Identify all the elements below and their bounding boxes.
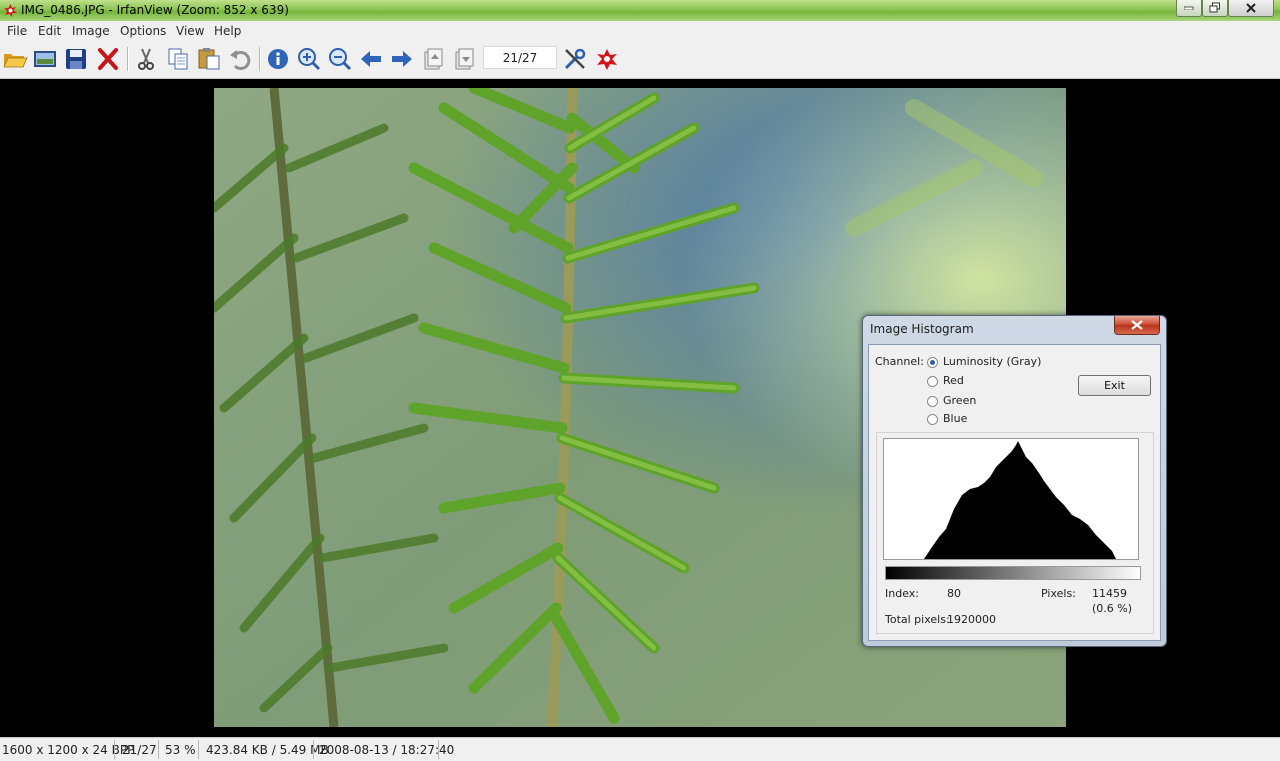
- irfanview-app-icon[interactable]: [3, 3, 18, 18]
- radio-red-label[interactable]: Red: [943, 374, 964, 387]
- previous-icon[interactable]: [358, 46, 384, 72]
- menu-view[interactable]: View: [176, 24, 204, 38]
- radio-green[interactable]: [927, 396, 938, 407]
- menu-image[interactable]: Image: [72, 24, 110, 38]
- radio-luminosity[interactable]: [927, 357, 938, 368]
- open-folder-icon[interactable]: [2, 46, 28, 72]
- status-zoom: 53 %: [165, 743, 196, 757]
- window-title: IMG_0486.JPG - IrfanView (Zoom: 852 x 63…: [21, 3, 289, 17]
- radio-luminosity-label[interactable]: Luminosity (Gray): [943, 355, 1041, 368]
- save-icon[interactable]: [63, 46, 89, 72]
- total-pixels-value: 1920000: [947, 613, 996, 626]
- radio-blue[interactable]: [927, 414, 938, 425]
- radio-blue-label[interactable]: Blue: [943, 412, 967, 425]
- total-pixels-label: Total pixels:: [885, 613, 950, 626]
- exit-button[interactable]: Exit: [1078, 375, 1151, 396]
- irfanview-logo-icon[interactable]: [594, 46, 620, 72]
- dialog-title: Image Histogram: [870, 322, 974, 336]
- status-separator: [114, 740, 115, 759]
- status-separator: [438, 740, 439, 759]
- histogram-dialog: Image Histogram Channel: Luminosity (Gra…: [862, 315, 1167, 647]
- index-value: 80: [947, 587, 961, 600]
- radio-green-label[interactable]: Green: [943, 394, 976, 407]
- status-size: 423.84 KB / 5.49 MB: [206, 743, 329, 757]
- toolbar-separator: [259, 47, 261, 71]
- zoom-in-icon[interactable]: [296, 46, 322, 72]
- zoom-out-icon[interactable]: [327, 46, 353, 72]
- pixels-percent: (0.6 %): [1092, 602, 1133, 615]
- toolbar: 21/27: [0, 41, 1280, 79]
- status-separator: [158, 740, 159, 759]
- menu-bar: File Edit Image Options View Help: [0, 21, 1280, 41]
- close-button[interactable]: [1228, 0, 1274, 17]
- index-label: Index:: [885, 587, 919, 600]
- settings-icon[interactable]: [562, 46, 588, 72]
- luminosity-gradient-bar: [885, 566, 1141, 580]
- channel-label: Channel:: [875, 355, 924, 368]
- status-separator: [198, 740, 199, 759]
- previous-page-icon[interactable]: [420, 46, 446, 72]
- menu-edit[interactable]: Edit: [38, 24, 61, 38]
- dialog-close-button[interactable]: [1114, 316, 1160, 335]
- paste-icon[interactable]: [196, 46, 222, 72]
- pixels-value: 11459: [1092, 587, 1127, 600]
- histogram-shape: [924, 441, 1116, 559]
- menu-file[interactable]: File: [7, 24, 27, 38]
- dialog-body: Channel: Luminosity (Gray) Red Green Blu…: [868, 344, 1161, 641]
- next-icon[interactable]: [389, 46, 415, 72]
- cut-icon[interactable]: [133, 46, 159, 72]
- minimize-button[interactable]: [1176, 0, 1202, 17]
- status-datetime: 2008-08-13 / 18:27:40: [319, 743, 455, 757]
- pixels-label: Pixels:: [1041, 587, 1076, 600]
- restore-button[interactable]: [1202, 0, 1228, 17]
- page-indicator: 21/27: [483, 46, 557, 69]
- next-page-icon[interactable]: [451, 46, 477, 72]
- radio-red[interactable]: [927, 376, 938, 387]
- histogram-plot[interactable]: [883, 438, 1139, 560]
- delete-icon[interactable]: [95, 46, 121, 72]
- status-bar: 1600 x 1200 x 24 BPP 21/27 53 % 423.84 K…: [0, 737, 1280, 761]
- copy-icon[interactable]: [165, 46, 191, 72]
- thumbnails-icon[interactable]: [32, 46, 58, 72]
- status-position: 21/27: [122, 743, 157, 757]
- undo-icon[interactable]: [227, 46, 253, 72]
- menu-options[interactable]: Options: [120, 24, 166, 38]
- menu-help[interactable]: Help: [214, 24, 241, 38]
- title-bar: IMG_0486.JPG - IrfanView (Zoom: 852 x 63…: [0, 0, 1280, 21]
- info-icon[interactable]: [265, 46, 291, 72]
- status-separator: [313, 740, 314, 759]
- toolbar-separator: [127, 47, 129, 71]
